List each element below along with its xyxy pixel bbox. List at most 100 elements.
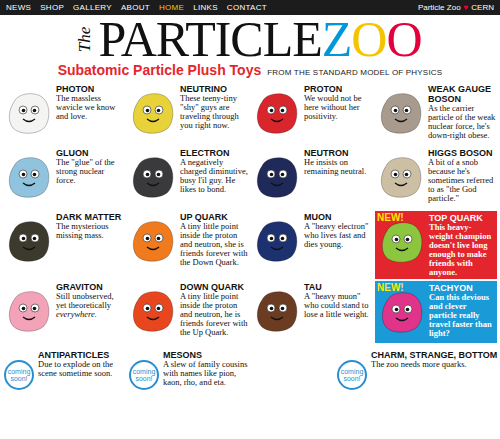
top-nav: NEWS SHOP GALLERY ABOUT HOME LINKS CONTACT Par…: [0, 0, 500, 15]
particle-desc: Still unobserved, yet theoretically ever…: [56, 292, 124, 319]
particle-card[interactable]: MUON A "heavy electron" who lives fast a…: [250, 210, 374, 280]
particle-text: ELECTRON A negatively charged diminutive…: [180, 148, 248, 208]
particle-desc: Can this devious and clever particle rea…: [429, 293, 495, 338]
particle-name: TOP QUARK: [429, 213, 495, 223]
particle-desc: We would not be here without her positiv…: [304, 94, 372, 121]
coming-soon-name: ANTIPARTICLES: [38, 350, 125, 360]
plush-pic: [252, 216, 302, 266]
particle-desc: This heavy-weight champion doesn't live …: [429, 223, 495, 277]
particle-name: GLUON: [56, 148, 124, 158]
new-badge: NEW!: [377, 282, 404, 293]
plush-toy-icon: [377, 217, 427, 267]
plush-toy-icon: [128, 286, 178, 336]
brand-link[interactable]: Particle Zoo ♥ CERN: [418, 3, 494, 12]
particle-card[interactable]: NEW! TACHYON Can this devious and clever…: [375, 281, 497, 343]
nav-link[interactable]: LINKS: [193, 3, 218, 12]
particle-name: PHOTON: [56, 84, 124, 94]
particle-card[interactable]: WEAK GAUGE BOSON As the carrier particle…: [374, 82, 498, 146]
nav-item: LINKS: [193, 3, 218, 12]
particle-desc: The massless wavicle we know and love.: [56, 94, 124, 121]
nav-link[interactable]: GALLERY: [73, 3, 112, 12]
particle-name: GRAVITON: [56, 282, 124, 292]
particle-text: GLUON The "glue" of the strong nuclear f…: [56, 148, 124, 208]
nav-link[interactable]: HOME: [159, 3, 184, 12]
logo[interactable]: The PARTICLE ZOO: [78, 17, 421, 61]
plush-pic: [128, 216, 178, 266]
plush-toy-icon: [128, 88, 178, 138]
particle-desc: A tiny little point inside the proton an…: [180, 292, 248, 337]
particle-name: ELECTRON: [180, 148, 248, 158]
masthead: The PARTICLE ZOO Subatomic Particle Plus…: [0, 15, 500, 82]
plush-pic: [4, 286, 54, 336]
particle-card[interactable]: PROTON We would not be here without her …: [250, 82, 374, 146]
plush-pic: [252, 286, 302, 336]
plush-pic: NEW!: [377, 217, 427, 267]
nav-link[interactable]: ABOUT: [121, 3, 150, 12]
particle-card[interactable]: NEW! TOP QUARK This heavy-weight champio…: [375, 211, 497, 279]
coming-soon-name: MESONS: [163, 350, 250, 360]
particle-text: PHOTON The massless wavicle we know and …: [56, 84, 124, 144]
coming-soon-card[interactable]: coming soon! MESONS A slew of family cou…: [127, 348, 252, 392]
particle-card[interactable]: NEUTRINO These teeny-tiny "shy" guys are…: [126, 82, 250, 146]
plush-toy-icon: [252, 216, 302, 266]
tagline: FROM THE STANDARD MODEL OF PHYSICS: [267, 68, 442, 77]
coming-soon-card[interactable]: coming soon! CHARM, STRANGE, BOTTOM The …: [252, 348, 500, 392]
plush-toy-icon: [376, 152, 426, 202]
plush-toy-icon: [4, 88, 54, 138]
particle-desc: As the carrier particle of the weak nucl…: [428, 104, 496, 140]
particle-name: DOWN QUARK: [180, 282, 248, 292]
coming-soon-badge: coming soon!: [129, 360, 159, 390]
particle-card[interactable]: PHOTON The massless wavicle we know and …: [2, 82, 126, 146]
particle-desc: The mysterious missing mass.: [56, 222, 124, 240]
particle-text: TACHYON Can this devious and clever part…: [429, 283, 495, 341]
particle-text: TAU A "heavy muon" who could stand to lo…: [304, 282, 372, 342]
nav-item: GALLERY: [73, 3, 112, 12]
particle-card[interactable]: HIGGS BOSON A bit of a snob because he's…: [374, 146, 498, 210]
coming-soon-badge: coming soon!: [4, 360, 34, 390]
particle-card[interactable]: GRAVITON Still unobserved, yet theoretic…: [2, 280, 126, 344]
particle-desc: A "heavy electron" who lives fast and di…: [304, 222, 372, 249]
particle-card[interactable]: NEUTRON He insists on remaining neutral.: [250, 146, 374, 210]
nav-links: NEWS SHOP GALLERY ABOUT HOME LINKS CONTACT: [6, 3, 267, 12]
particle-name: TACHYON: [429, 283, 495, 293]
brand-right: CERN: [471, 3, 494, 12]
particle-grid: PHOTON The massless wavicle we know and …: [0, 82, 500, 344]
logo-main: PARTICLE: [98, 17, 321, 61]
particle-card[interactable]: UP QUARK A tiny little point inside the …: [126, 210, 250, 280]
nav-link[interactable]: SHOP: [40, 3, 64, 12]
particle-text: TOP QUARK This heavy-weight champion doe…: [429, 213, 495, 277]
heart-icon: ♥: [464, 3, 469, 12]
nav-link[interactable]: NEWS: [6, 3, 31, 12]
particle-name: HIGGS BOSON: [428, 148, 496, 158]
plush-toy-icon: [252, 88, 302, 138]
plush-toy-icon: [4, 152, 54, 202]
nav-item: ABOUT: [121, 3, 150, 12]
nav-item: NEWS: [6, 3, 31, 12]
plush-pic: [4, 152, 54, 202]
plush-pic: [252, 152, 302, 202]
particle-name: NEUTRON: [304, 148, 372, 158]
nav-item: CONTACT: [227, 3, 267, 12]
particle-card[interactable]: ELECTRON A negatively charged diminutive…: [126, 146, 250, 210]
plush-pic: [128, 88, 178, 138]
particle-desc: These teeny-tiny "shy" guys are travelin…: [180, 94, 248, 130]
particle-text: NEUTRINO These teeny-tiny "shy" guys are…: [180, 84, 248, 144]
particle-card[interactable]: DOWN QUARK A tiny little point inside th…: [126, 280, 250, 344]
plush-toy-icon: [252, 152, 302, 202]
particle-desc: A negatively charged diminutive, busy l'…: [180, 158, 248, 194]
coming-soon-text: ANTIPARTICLES Due to explode on the scen…: [38, 350, 125, 378]
plush-toy-icon: [128, 152, 178, 202]
particle-card[interactable]: DARK MATTER The mysterious missing mass.: [2, 210, 126, 280]
particle-desc: A tiny little point inside the proton an…: [180, 222, 248, 267]
coming-soon-card[interactable]: coming soon! ANTIPARTICLES Due to explod…: [2, 348, 127, 392]
particle-name: UP QUARK: [180, 212, 248, 222]
particle-card[interactable]: GLUON The "glue" of the strong nuclear f…: [2, 146, 126, 210]
nav-link[interactable]: CONTACT: [227, 3, 267, 12]
plush-toy-icon: [4, 216, 54, 266]
particle-zoo-page: NEWS SHOP GALLERY ABOUT HOME LINKS CONTACT Par…: [0, 0, 500, 439]
particle-card[interactable]: TAU A "heavy muon" who could stand to lo…: [250, 280, 374, 344]
coming-soon-name: CHARM, STRANGE, BOTTOM: [371, 350, 500, 360]
plush-toy-icon: [4, 286, 54, 336]
particle-text: GRAVITON Still unobserved, yet theoretic…: [56, 282, 124, 342]
particle-name: NEUTRINO: [180, 84, 248, 94]
